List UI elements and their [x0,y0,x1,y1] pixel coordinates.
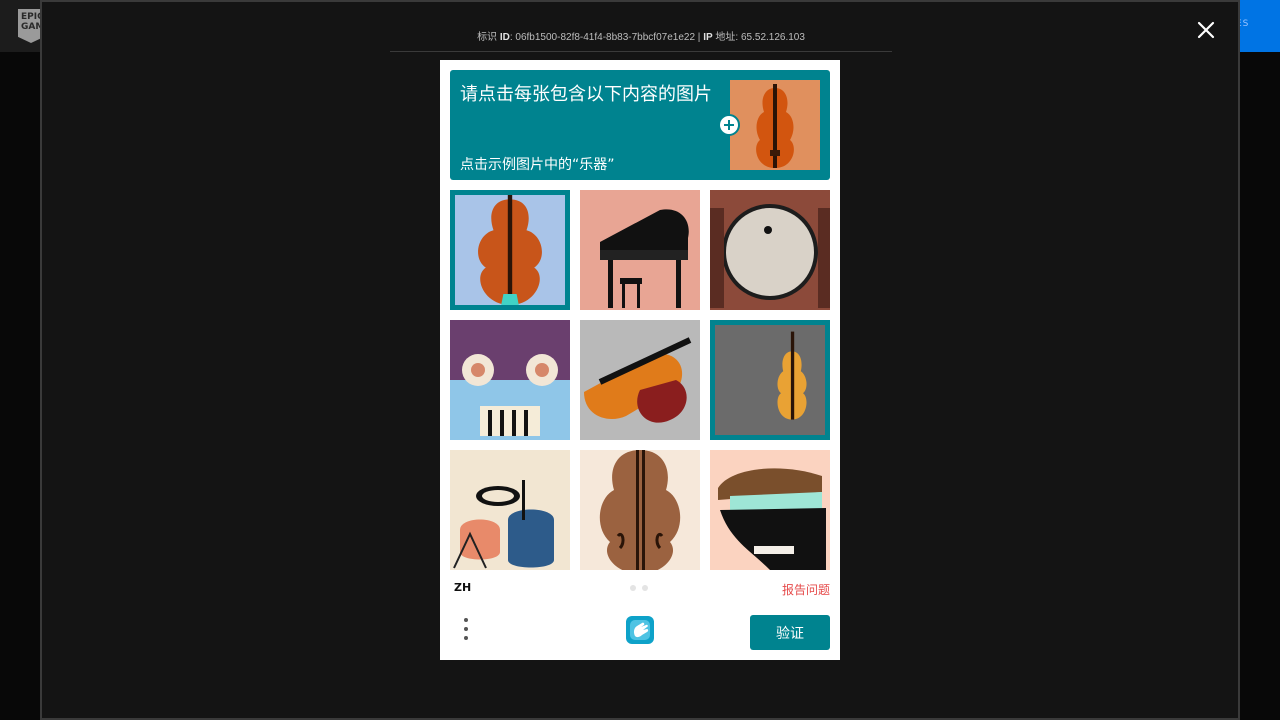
prompt-subtitle: 点击示例图片中的“乐器” [460,157,615,173]
tile-image [710,450,830,570]
tile-3[interactable] [710,190,830,310]
menu-dots-icon[interactable] [462,618,470,644]
close-icon[interactable] [1194,18,1218,42]
ip-suffix: 地址 [715,32,736,43]
tile-4[interactable] [450,320,570,440]
tile-image [580,450,700,570]
tile-5[interactable] [580,320,700,440]
tile-image [715,325,825,435]
ip-label: IP [703,32,713,43]
meta-separator: | [697,32,701,43]
session-id: 06fb1500-82f8-41f4-8b83-7bbcf07e1e22 [515,32,696,43]
captcha-modal: 标识 ID: 06fb1500-82f8-41f4-8b83-7bbcf07e1… [40,0,1240,720]
id-label: ID [499,32,510,43]
captcha-widget: 请点击每张包含以下内容的图片 点击示例图片中的“乐器” ZH 报告问题 验证 [440,60,840,660]
page-dot-1 [630,585,636,591]
page-dot-2 [642,585,648,591]
tile-9[interactable] [710,450,830,570]
tile-image [450,320,570,440]
hcaptcha-logo-icon [624,614,656,646]
tile-1[interactable] [450,190,570,310]
prompt-title: 请点击每张包含以下内容的图片 [460,84,712,105]
tile-8[interactable] [580,450,700,570]
captcha-prompt: 请点击每张包含以下内容的图片 点击示例图片中的“乐器” [450,70,830,180]
id-prefix: 标识 [477,32,498,43]
session-info: 标识 ID: 06fb1500-82f8-41f4-8b83-7bbcf07e1… [390,28,892,52]
tile-6[interactable] [710,320,830,440]
tile-image [580,320,700,440]
tile-image [710,190,830,310]
pagination-dots [630,585,652,591]
report-issue-link[interactable]: 报告问题 [782,581,830,598]
tile-image [450,450,570,570]
example-image[interactable] [730,80,820,170]
tile-7[interactable] [450,450,570,570]
image-grid [450,190,830,570]
captcha-status-row: ZH 报告问题 [440,580,840,598]
plus-icon [718,114,740,136]
tile-image [580,190,700,310]
ip-address: 65.52.126.103 [740,32,805,43]
tile-image [455,195,565,305]
language-selector[interactable]: ZH [454,581,471,594]
tile-2[interactable] [580,190,700,310]
verify-button[interactable]: 验证 [750,615,830,650]
